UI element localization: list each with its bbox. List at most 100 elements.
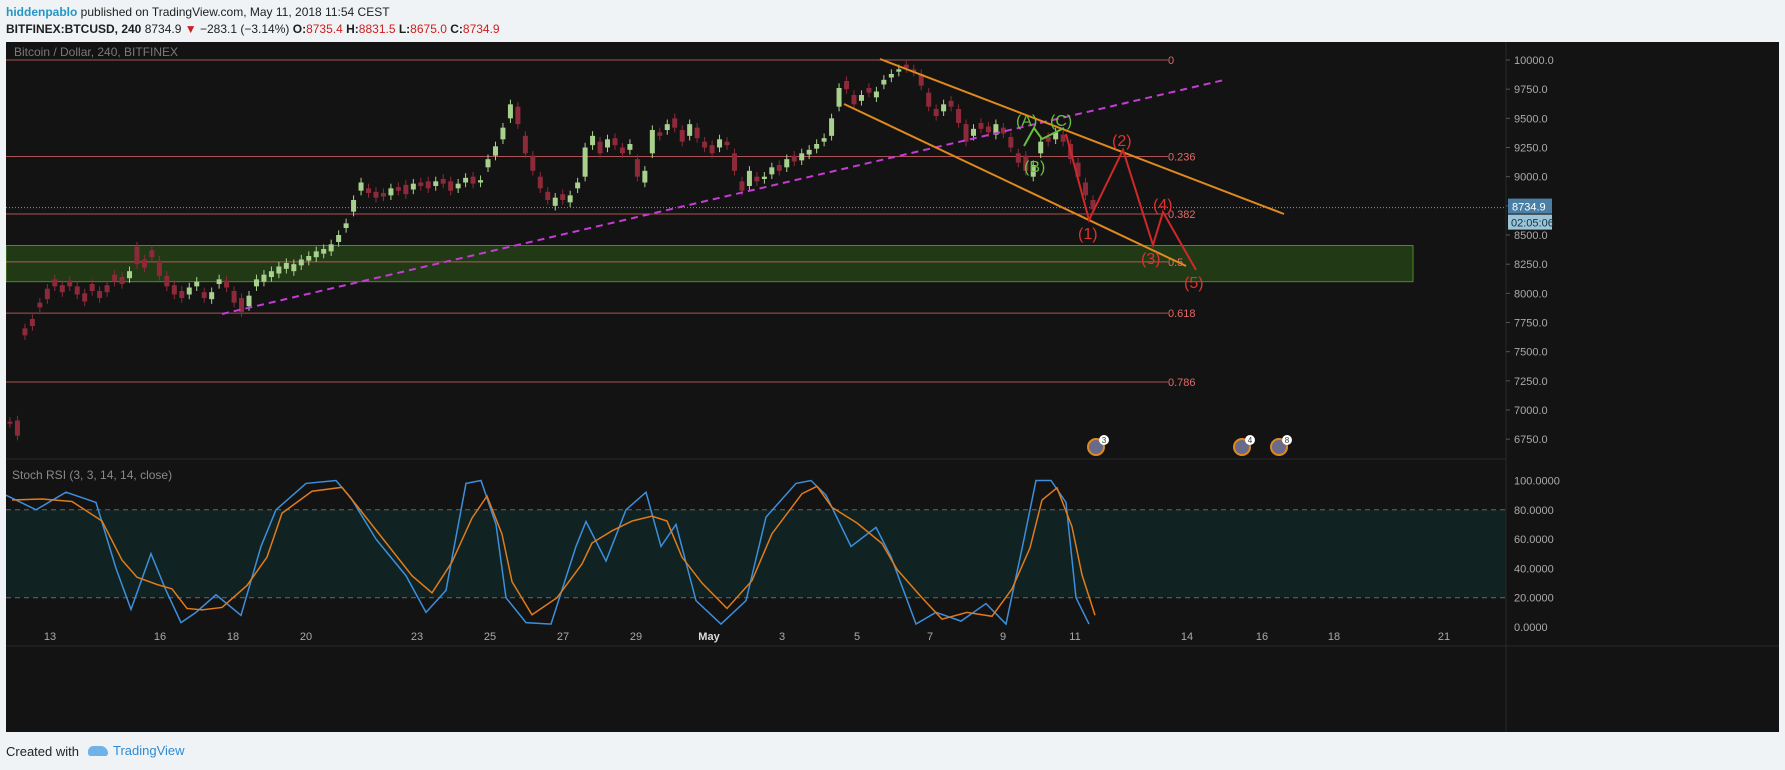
candle-body	[694, 127, 700, 139]
event-badge[interactable]: 3	[1087, 435, 1109, 456]
candle-body	[985, 126, 991, 133]
candle-body	[141, 259, 147, 268]
candle-body	[829, 118, 835, 136]
candle-body	[821, 138, 827, 142]
chart-area[interactable]: 0 0.236 0.382 0.5 0.618 0.786 (A) (B) (C) (1) (2)…	[6, 42, 1779, 732]
candle-body	[209, 292, 215, 300]
candle-body	[440, 179, 446, 184]
candle-body	[485, 159, 491, 168]
time-badge-text: 02:05:06	[1511, 218, 1554, 230]
candle-body	[881, 79, 887, 85]
candle-body	[642, 170, 648, 183]
time-axis-label: 27	[557, 631, 569, 643]
candle-body	[575, 182, 581, 189]
candle-body	[612, 138, 618, 146]
candle-body	[306, 256, 312, 261]
candle-body	[67, 280, 73, 287]
time-axis-label: 18	[1328, 631, 1340, 643]
candle-body	[14, 420, 20, 436]
candle-body	[582, 147, 588, 177]
badge-count: 4	[1248, 436, 1253, 445]
candle-body	[724, 141, 730, 146]
candle-body	[634, 159, 640, 177]
candle-body	[522, 135, 528, 154]
candle-body	[410, 183, 416, 190]
low-value: 8675.0	[410, 22, 447, 36]
stoch-axis-label: 60.0000	[1514, 534, 1554, 546]
candle-body	[978, 123, 984, 129]
time-axis-label: 3	[779, 631, 785, 643]
wave-label-green: (A)	[1016, 113, 1037, 130]
price-axis-label: 10000.0	[1514, 55, 1554, 67]
publish-info: published on TradingView.com, May 11, 20…	[80, 5, 390, 19]
author-link[interactable]: hiddenpablo	[6, 5, 77, 19]
candle-body	[948, 100, 954, 107]
candle-body	[89, 284, 95, 292]
candle-body	[171, 285, 177, 295]
time-axis-label: 20	[300, 631, 312, 643]
candle-body	[358, 182, 364, 191]
candle-body	[1083, 182, 1089, 196]
footer-bar: Created with TradingView	[0, 734, 1785, 770]
event-badge[interactable]: 4	[1233, 435, 1255, 456]
candle-body	[560, 194, 566, 201]
price-axis-label: 7500.0	[1514, 347, 1548, 359]
candle-body	[687, 124, 693, 136]
candle-body	[448, 181, 454, 191]
candle-body	[127, 271, 133, 279]
candle-body	[672, 118, 678, 128]
symbol-line: BITFINEX:BTCUSD, 240 8734.9 ▼ −283.1 (−3…	[6, 22, 500, 36]
candle-body	[761, 176, 767, 180]
price-axis-label: 7000.0	[1514, 405, 1548, 417]
candle-body	[933, 109, 939, 117]
high-value: 8831.5	[358, 22, 396, 36]
candle-body	[134, 246, 140, 265]
price-axis-label: 9750.0	[1514, 84, 1548, 96]
candle-body	[52, 279, 58, 287]
price-axis-label: 9000.0	[1514, 172, 1548, 184]
time-axis-label: 13	[44, 631, 56, 643]
candle-body	[328, 244, 334, 252]
candle-body	[799, 153, 805, 161]
fib-level-label: 0.786	[1168, 377, 1196, 389]
candle-body	[29, 319, 35, 327]
candle-body	[567, 195, 573, 203]
candle-body	[619, 147, 625, 154]
candle-body	[276, 266, 282, 274]
candle-body	[590, 135, 596, 146]
time-axis-label: May	[698, 631, 720, 643]
event-badge[interactable]: 8	[1270, 435, 1292, 456]
candle-body	[463, 177, 469, 183]
wave-label-red: (1)	[1078, 226, 1098, 243]
candle-body	[380, 193, 386, 197]
candle-body	[283, 263, 289, 269]
tradingview-logo[interactable]: TradingView	[88, 743, 185, 758]
candle-body	[298, 259, 304, 266]
candle-body	[97, 291, 103, 299]
price-change: −283.1 (−3.14%)	[199, 22, 290, 36]
candle-body	[201, 292, 207, 299]
fib-level-label: 0.236	[1168, 151, 1196, 163]
symbol-name[interactable]: BITFINEX:BTCUSD, 240	[6, 22, 141, 36]
price-axis-label: 7750.0	[1514, 318, 1548, 330]
candle-body	[253, 279, 259, 287]
candle-body	[156, 260, 162, 276]
chart-canvas[interactable]: 00.2360.3820.50.6180.786 (A)(B)(C)(1)(2)…	[6, 42, 1779, 732]
candle-body	[926, 92, 932, 107]
candle-body	[963, 124, 969, 142]
candle-body	[403, 184, 409, 195]
stoch-axis-label: 40.0000	[1514, 563, 1554, 575]
wave-label-red: (3)	[1141, 251, 1161, 268]
candle-body	[1015, 153, 1021, 163]
candle-body	[425, 181, 431, 189]
candle-body	[731, 153, 737, 171]
candle-body	[851, 95, 857, 105]
time-axis-label: 9	[1000, 631, 1006, 643]
stoch-band	[6, 509, 1506, 598]
time-axis-label: 5	[854, 631, 860, 643]
candle-body	[664, 124, 670, 131]
candle-body	[814, 144, 820, 149]
low-label: L:	[398, 22, 411, 36]
close-label: C:	[450, 22, 463, 36]
candle-body	[941, 104, 947, 112]
